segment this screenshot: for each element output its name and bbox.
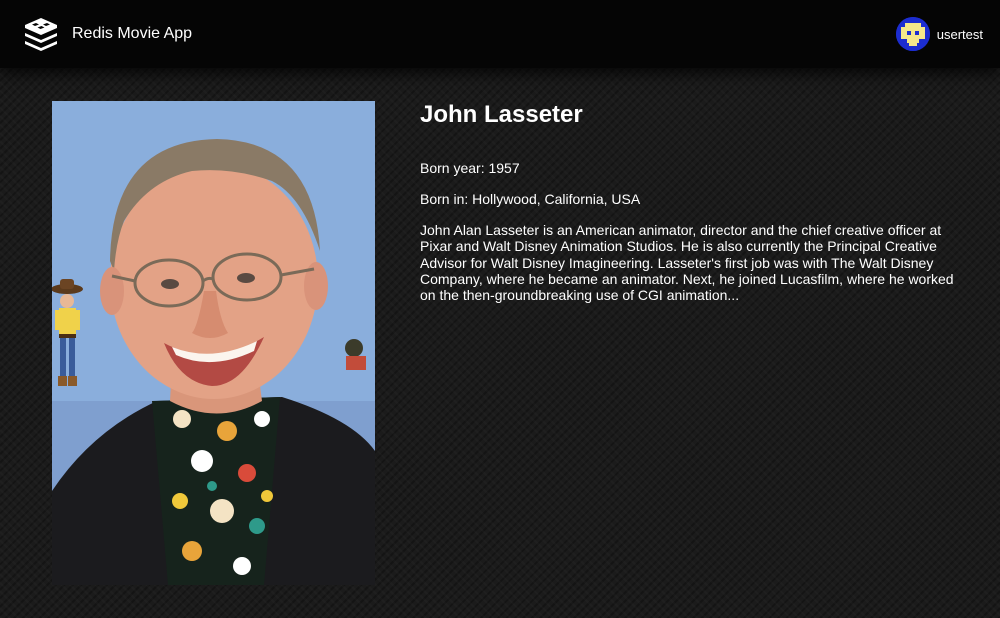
pixel-avatar-icon (895, 17, 930, 51)
app-name: Redis Movie App (72, 25, 193, 42)
top-navigation-bar: Redis Movie App usertest (0, 0, 1000, 68)
user-menu[interactable]: usertest (895, 17, 983, 51)
redis-stack-logo-icon (22, 15, 60, 53)
born-year: Born year: 1957 (420, 160, 520, 176)
person-info: John Lasseter Born year: 1957 Born in: H… (420, 101, 955, 303)
home-link[interactable]: Redis Movie App (22, 15, 192, 53)
person-biography: John Alan Lasseter is an American animat… (420, 222, 954, 304)
person-photo (52, 101, 375, 585)
person-details-page: John Lasseter Born year: 1957 Born in: H… (0, 68, 1000, 618)
born-in: Born in: Hollywood, California, USA (420, 191, 641, 207)
username-label: usertest (936, 26, 983, 42)
person-name: John Lasseter (420, 101, 583, 128)
